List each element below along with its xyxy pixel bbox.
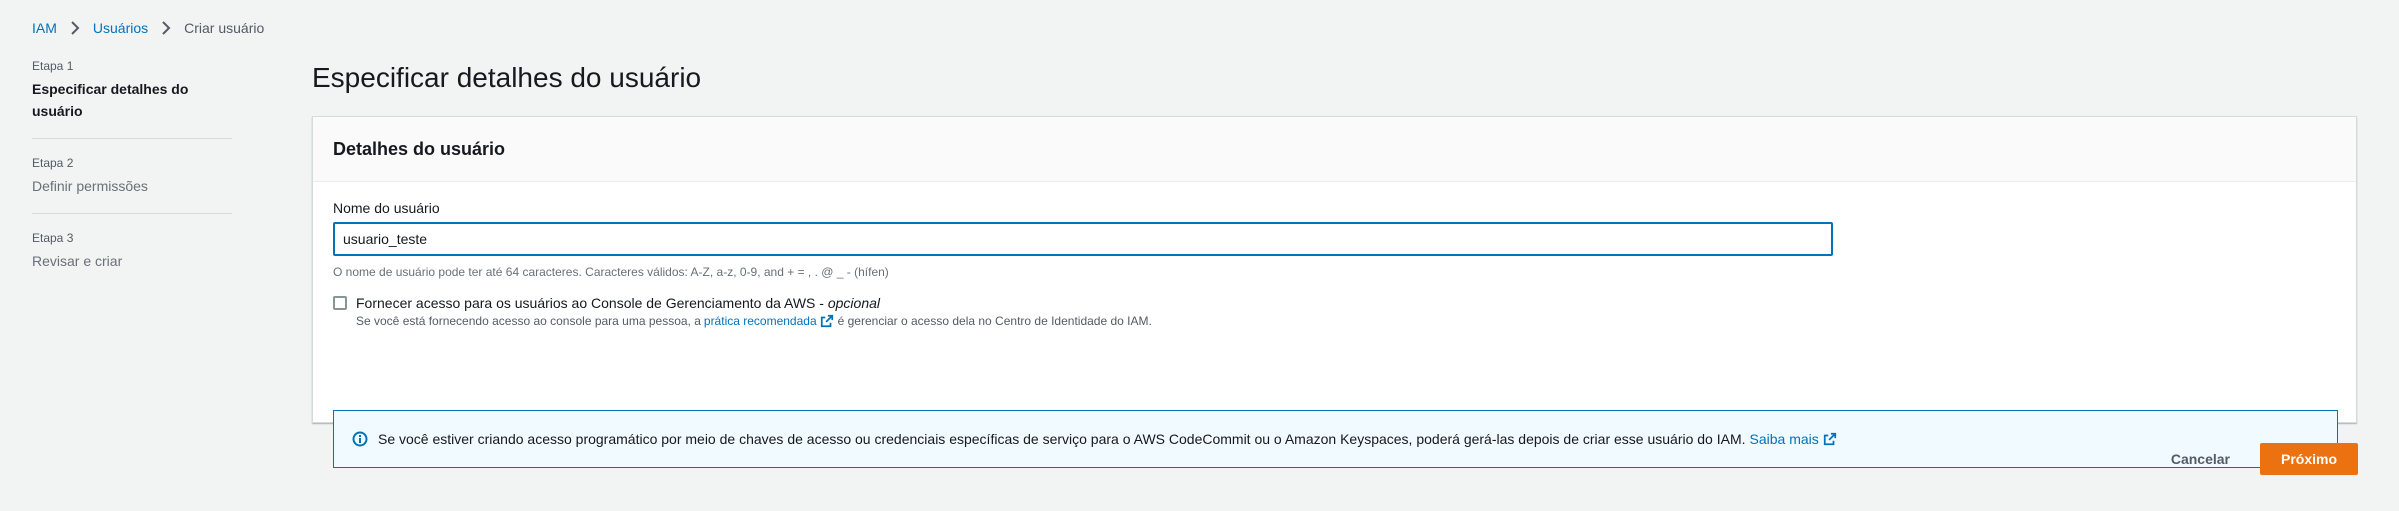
chevron-right-icon	[63, 21, 87, 35]
best-practice-link[interactable]: prática recomendada	[704, 314, 817, 328]
cancel-button[interactable]: Cancelar	[2151, 443, 2250, 475]
wizard-step-3: Etapa 3 Revisar e criar	[32, 213, 232, 288]
username-label: Nome do usuário	[333, 200, 440, 216]
container-header: Detalhes do usuário	[313, 117, 2356, 182]
console-access-option: Fornecer acesso para os usuários ao Cons…	[333, 294, 1152, 328]
wizard-actions: Cancelar Próximo	[2151, 443, 2358, 475]
console-access-label: Fornecer acesso para os usuários ao Cons…	[356, 294, 1152, 312]
page: IAM Usuários Criar usuário Etapa 1 Espec…	[0, 0, 2399, 511]
step-number: Etapa 1	[32, 59, 74, 73]
external-link-icon	[1823, 432, 1837, 446]
breadcrumb: IAM Usuários Criar usuário	[32, 20, 264, 36]
username-input[interactable]	[333, 222, 1833, 256]
info-icon	[352, 431, 368, 447]
console-access-text: Fornecer acesso para os usuários ao Cons…	[356, 294, 1152, 328]
step-title: Revisar e criar	[32, 253, 123, 269]
info-alert: Se você estiver criando acesso programát…	[333, 410, 2338, 468]
console-access-label-text: Fornecer acesso para os usuários ao Cons…	[356, 295, 824, 311]
wizard-step-1: Etapa 1 Especificar detalhes do usuário	[32, 58, 232, 138]
next-button[interactable]: Próximo	[2260, 443, 2358, 475]
container-title: Detalhes do usuário	[333, 138, 506, 159]
info-alert-text: Se você estiver criando acesso programát…	[378, 431, 1746, 447]
step-number: Etapa 3	[32, 231, 74, 245]
description-text: é gerenciar o acesso dela no Centro de I…	[837, 314, 1152, 328]
console-access-checkbox[interactable]	[333, 296, 347, 310]
username-constraint-text: O nome de usuário pode ter até 64 caract…	[333, 265, 889, 279]
step-number: Etapa 2	[32, 156, 74, 170]
step-title: Definir permissões	[32, 178, 148, 194]
breadcrumb-link-users[interactable]: Usuários	[93, 20, 148, 36]
external-link-icon	[820, 314, 834, 328]
description-text: Se você está fornecendo acesso ao consol…	[356, 314, 701, 328]
user-details-container: Detalhes do usuário Nome do usuário O no…	[312, 116, 2357, 468]
wizard-step-2: Etapa 2 Definir permissões	[32, 138, 232, 213]
wizard-steps-nav: Etapa 1 Especificar detalhes do usuário …	[32, 58, 232, 288]
learn-more-link[interactable]: Saiba mais	[1750, 431, 1837, 447]
breadcrumb-link-iam[interactable]: IAM	[32, 20, 57, 36]
learn-more-label: Saiba mais	[1749, 431, 1819, 447]
chevron-right-icon	[154, 21, 178, 35]
console-access-description: Se você está fornecendo acesso ao consol…	[356, 314, 1152, 328]
step-title: Especificar detalhes do usuário	[32, 81, 189, 119]
page-title: Especificar detalhes do usuário	[312, 62, 702, 93]
breadcrumb-current: Criar usuário	[184, 20, 265, 36]
optional-label: opcional	[827, 295, 880, 311]
